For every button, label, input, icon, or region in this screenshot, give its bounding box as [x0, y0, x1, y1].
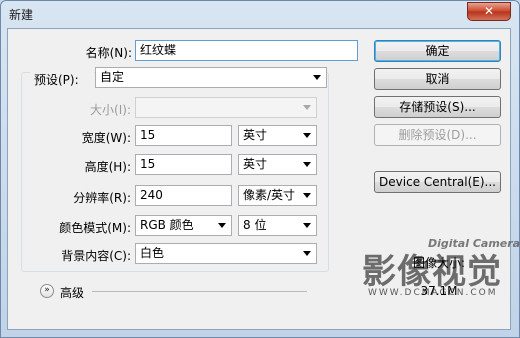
- width-unit-select[interactable]: 英寸: [238, 125, 317, 146]
- image-size-value: 37.1M: [420, 284, 458, 298]
- size-label: 大小(I):: [90, 103, 131, 117]
- chevron-down-icon: [303, 251, 311, 256]
- chevron-down-icon: [303, 162, 311, 167]
- height-unit-select[interactable]: 英寸: [238, 154, 317, 175]
- width-label: 宽度(W):: [81, 131, 131, 145]
- delete-preset-button[interactable]: 删除预设(D)...: [374, 124, 501, 146]
- resolution-input[interactable]: 240: [135, 185, 232, 206]
- resolution-label: 分辨率(R):: [73, 191, 131, 205]
- name-label: 名称(N):: [85, 46, 132, 60]
- chevron-down-icon: [303, 105, 311, 110]
- height-label: 高度(H):: [84, 160, 131, 174]
- chevron-down-icon: [313, 75, 321, 80]
- save-preset-button[interactable]: 存储预设(S)...: [374, 96, 501, 118]
- color-mode-label: 颜色模式(M):: [59, 221, 131, 235]
- chevron-down-icon: [303, 133, 311, 138]
- chevron-down-icon: [303, 223, 311, 228]
- background-contents-select[interactable]: 白色: [135, 243, 317, 264]
- preset-value: 自定: [100, 70, 125, 84]
- cancel-button[interactable]: 取消: [374, 68, 501, 90]
- device-central-button[interactable]: Device Central(E)...: [374, 171, 501, 193]
- height-input[interactable]: 15: [135, 154, 232, 175]
- close-button[interactable]: ✕: [467, 2, 511, 21]
- width-input[interactable]: 15: [135, 125, 232, 146]
- double-chevron-down-icon[interactable]: »: [40, 284, 54, 298]
- preset-select[interactable]: 自定: [95, 67, 327, 88]
- width-unit-value: 英寸: [243, 128, 268, 142]
- image-size-info: 图像大小: 37.1M: [394, 256, 484, 298]
- chevron-down-icon: [303, 193, 311, 198]
- height-unit-value: 英寸: [243, 157, 268, 171]
- window-title: 新建: [9, 8, 34, 22]
- bit-depth-value: 8 位: [243, 218, 267, 232]
- color-mode-select[interactable]: RGB 颜色: [135, 215, 232, 236]
- name-input[interactable]: 红纹蝶: [135, 40, 358, 61]
- advanced-divider: [92, 291, 307, 292]
- background-contents-value: 白色: [140, 246, 165, 260]
- bit-depth-select[interactable]: 8 位: [238, 215, 317, 236]
- size-select[interactable]: [135, 97, 317, 118]
- preset-label: 预设(P):: [30, 71, 94, 88]
- chevron-down-icon: [218, 223, 226, 228]
- color-mode-value: RGB 颜色: [140, 218, 194, 232]
- title-bar[interactable]: 新建 ✕: [1, 1, 519, 27]
- resolution-unit-value: 像素/英寸: [243, 188, 296, 202]
- background-contents-label: 背景内容(C):: [61, 249, 131, 263]
- advanced-label[interactable]: 高级: [60, 284, 84, 301]
- image-size-label: 图像大小:: [412, 256, 466, 270]
- resolution-unit-select[interactable]: 像素/英寸: [238, 185, 317, 206]
- ok-button[interactable]: 确定: [374, 40, 501, 62]
